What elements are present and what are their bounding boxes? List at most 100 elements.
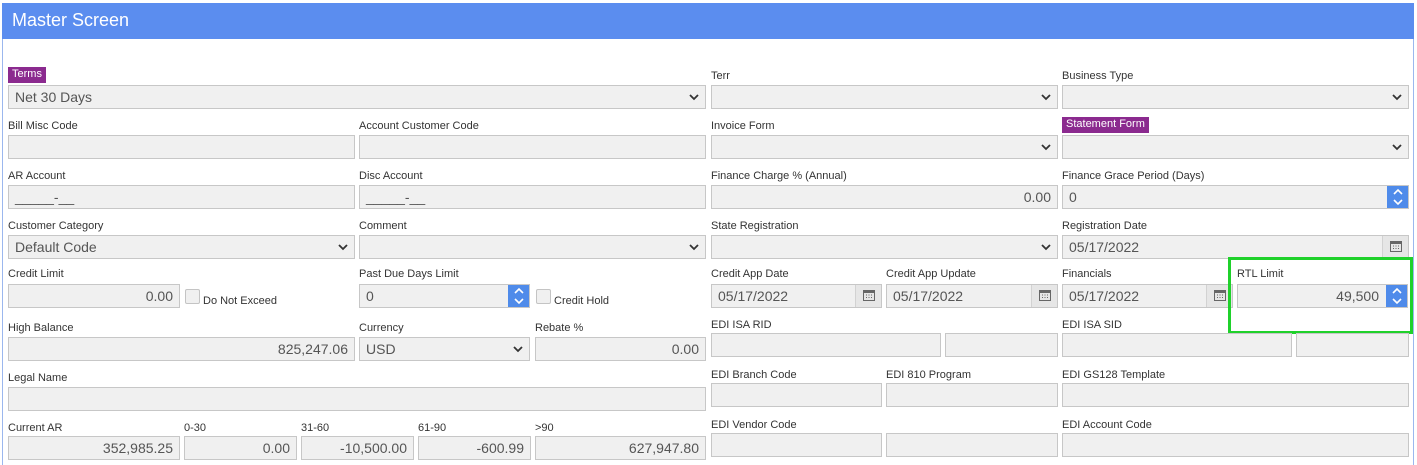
aging-31-60-value: -10,500.00 bbox=[340, 440, 407, 456]
chevron-down-icon bbox=[1391, 91, 1403, 103]
credit-hold-label: Credit Hold bbox=[554, 295, 610, 307]
disc-account-value: _____-__ bbox=[366, 189, 426, 205]
financials-value: 05/17/2022 bbox=[1069, 288, 1140, 304]
rebate-input[interactable]: 0.00 bbox=[535, 337, 706, 361]
terr-label: Terr bbox=[711, 70, 730, 82]
edi-account-code-label: EDI Account Code bbox=[1062, 419, 1152, 431]
aging-31-60-input[interactable]: -10,500.00 bbox=[301, 436, 414, 460]
aging-0-30-value: 0.00 bbox=[262, 440, 290, 456]
edi-isa-rid-input[interactable] bbox=[711, 333, 941, 357]
up-down-arrows-icon[interactable] bbox=[1386, 285, 1407, 307]
edi-vendor-code-secondary-input[interactable] bbox=[886, 433, 1058, 457]
account-customer-code-label: Account Customer Code bbox=[359, 120, 479, 132]
invoice-form-label: Invoice Form bbox=[711, 120, 775, 132]
credit-app-update-input[interactable]: 05/17/2022 bbox=[886, 284, 1058, 308]
credit-app-update-label: Credit App Update bbox=[886, 268, 976, 280]
credit-app-date-value: 05/17/2022 bbox=[718, 288, 789, 304]
finance-charge-label: Finance Charge % (Annual) bbox=[711, 170, 847, 182]
state-registration-select[interactable] bbox=[711, 235, 1058, 259]
ar-account-value: _____-__ bbox=[15, 189, 75, 205]
calendar-icon[interactable] bbox=[1382, 236, 1408, 258]
bill-misc-code-input[interactable] bbox=[8, 135, 355, 159]
past-due-days-limit-input[interactable]: 0 bbox=[359, 284, 530, 308]
finance-grace-label: Finance Grace Period (Days) bbox=[1062, 170, 1205, 182]
finance-charge-value: 0.00 bbox=[1023, 189, 1051, 205]
finance-grace-value: 0 bbox=[1069, 189, 1077, 205]
aging-61-90-input[interactable]: -600.99 bbox=[418, 436, 531, 460]
edi-810-program-label: EDI 810 Program bbox=[886, 369, 971, 381]
chevron-down-icon bbox=[1391, 141, 1403, 153]
invoice-form-select[interactable] bbox=[711, 135, 1058, 159]
up-down-arrows-icon[interactable] bbox=[1387, 186, 1408, 208]
account-customer-code-input[interactable] bbox=[359, 135, 706, 159]
rebate-label: Rebate % bbox=[535, 322, 584, 334]
aging-over-90-label: >90 bbox=[535, 422, 554, 434]
credit-app-date-label: Credit App Date bbox=[711, 268, 789, 280]
disc-account-input[interactable]: _____-__ bbox=[359, 185, 706, 209]
disc-account-label: Disc Account bbox=[359, 170, 423, 182]
credit-app-update-value: 05/17/2022 bbox=[893, 288, 964, 304]
rtl-limit-value: 49,500 bbox=[1336, 288, 1379, 304]
chevron-down-icon bbox=[337, 241, 349, 253]
edi-account-code-input[interactable] bbox=[1062, 433, 1409, 457]
calendar-icon[interactable] bbox=[1031, 285, 1057, 307]
current-ar-label: Current AR bbox=[8, 422, 63, 434]
financials-label: Financials bbox=[1062, 268, 1112, 280]
chevron-down-icon bbox=[1040, 91, 1052, 103]
up-down-arrows-icon[interactable] bbox=[508, 285, 529, 307]
current-ar-input[interactable]: 352,985.25 bbox=[8, 436, 180, 460]
edi-isa-rid-qualifier-input[interactable] bbox=[945, 333, 1058, 357]
comment-select[interactable] bbox=[359, 235, 706, 259]
edi-vendor-code-input[interactable] bbox=[711, 433, 882, 457]
credit-limit-value: 0.00 bbox=[145, 288, 173, 304]
aging-0-30-label: 0-30 bbox=[184, 422, 207, 434]
do-not-exceed-checkbox[interactable] bbox=[185, 289, 200, 304]
past-due-days-limit-value: 0 bbox=[366, 288, 374, 304]
legal-name-input[interactable] bbox=[8, 387, 706, 411]
edi-isa-rid-label: EDI ISA RID bbox=[711, 319, 772, 331]
currency-select[interactable]: USD bbox=[359, 337, 530, 361]
edi-gs128-template-label: EDI GS128 Template bbox=[1062, 369, 1166, 381]
customer-category-value: Default Code bbox=[15, 239, 97, 255]
customer-category-select[interactable]: Default Code bbox=[8, 235, 355, 259]
customer-category-label: Customer Category bbox=[8, 220, 104, 232]
aging-0-30-input[interactable]: 0.00 bbox=[184, 436, 297, 460]
high-balance-label: High Balance bbox=[8, 322, 74, 334]
edi-vendor-code-label: EDI Vendor Code bbox=[711, 419, 797, 431]
chevron-down-icon bbox=[512, 343, 524, 355]
registration-date-input[interactable]: 05/17/2022 bbox=[1062, 235, 1409, 259]
window-title-bar: Master Screen bbox=[2, 3, 1414, 39]
finance-charge-input[interactable]: 0.00 bbox=[711, 185, 1058, 209]
calendar-icon[interactable] bbox=[855, 285, 881, 307]
edi-gs128-template-input[interactable] bbox=[1062, 383, 1409, 407]
terms-select[interactable]: Net 30 Days bbox=[8, 85, 706, 109]
edi-810-program-input[interactable] bbox=[886, 383, 1058, 407]
calendar-icon[interactable] bbox=[1206, 285, 1232, 307]
credit-limit-input[interactable]: 0.00 bbox=[8, 284, 180, 308]
terms-label: Terms bbox=[8, 67, 46, 83]
credit-app-date-input[interactable]: 05/17/2022 bbox=[711, 284, 882, 308]
finance-grace-input[interactable]: 0 bbox=[1062, 185, 1409, 209]
business-type-label: Business Type bbox=[1062, 70, 1134, 82]
chevron-down-icon bbox=[688, 241, 700, 253]
currency-label: Currency bbox=[359, 322, 404, 334]
ar-account-input[interactable]: _____-__ bbox=[8, 185, 355, 209]
aging-61-90-label: 61-90 bbox=[418, 422, 447, 434]
statement-form-label: Statement Form bbox=[1062, 117, 1149, 133]
statement-form-select[interactable] bbox=[1062, 135, 1409, 159]
registration-date-label: Registration Date bbox=[1062, 220, 1147, 232]
rtl-limit-input[interactable]: 49,500 bbox=[1237, 284, 1408, 308]
terr-select[interactable] bbox=[711, 85, 1058, 109]
edi-isa-sid-input[interactable] bbox=[1062, 333, 1292, 357]
aging-31-60-label: 31-60 bbox=[301, 422, 330, 434]
credit-hold-checkbox[interactable] bbox=[536, 289, 551, 304]
chevron-down-icon bbox=[1040, 241, 1052, 253]
aging-over-90-input[interactable]: 627,947.80 bbox=[535, 436, 706, 460]
high-balance-input[interactable]: 825,247.06 bbox=[8, 337, 355, 361]
state-registration-label: State Registration bbox=[711, 220, 799, 232]
financials-input[interactable]: 05/17/2022 bbox=[1062, 284, 1233, 308]
edi-branch-code-input[interactable] bbox=[711, 383, 882, 407]
business-type-select[interactable] bbox=[1062, 85, 1409, 109]
edi-isa-sid-qualifier-input[interactable] bbox=[1296, 333, 1409, 357]
bill-misc-code-label: Bill Misc Code bbox=[8, 120, 78, 132]
